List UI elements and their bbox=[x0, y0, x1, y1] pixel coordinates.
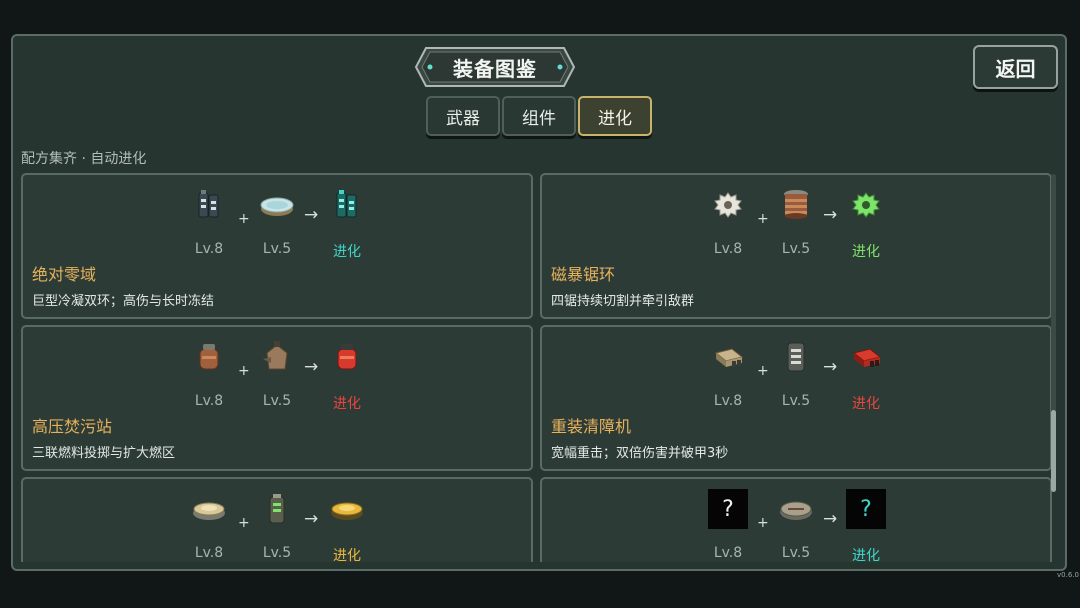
arrow-right-icon: → bbox=[304, 509, 319, 529]
arrow-right-icon: → bbox=[304, 205, 319, 225]
arrow-right-icon: → bbox=[823, 205, 838, 225]
plus-icon: + bbox=[757, 211, 769, 227]
plus-icon: + bbox=[757, 363, 769, 379]
recipe-formula: Lv.8 + Lv.5 → 进化 bbox=[542, 185, 1050, 260]
evolve-label: 进化 bbox=[333, 548, 361, 562]
tab-evolution[interactable]: 进化 bbox=[578, 96, 652, 136]
version-label: v0.6.0 bbox=[1057, 571, 1079, 579]
evolve-label: 进化 bbox=[852, 244, 880, 260]
recipe-formula: Lv.8 + Lv.5 → 进化 bbox=[542, 337, 1050, 412]
recipe-formula: ? Lv.8 + Lv.5 → ? 进化 bbox=[542, 489, 1050, 562]
component-level: Lv.5 bbox=[781, 241, 811, 257]
cryo-canister-icon bbox=[198, 190, 219, 218]
unknown-evolved-icon: ? bbox=[846, 489, 886, 529]
tab-components[interactable]: 组件 bbox=[502, 96, 576, 136]
component-level: Lv.5 bbox=[781, 545, 811, 561]
recipe-card[interactable]: Lv.8 + Lv.5 → 进化 bbox=[21, 477, 533, 562]
recipe-card[interactable]: Lv.8 + Lv.5 → 进化 磁暴锯环 四锯持续切割并牵引敌群 bbox=[540, 173, 1052, 319]
recipe-name: 高压焚污站 bbox=[32, 417, 113, 436]
recipe-description: 宽幅重击；双倍伤害并破甲3秒 bbox=[551, 446, 729, 461]
saw-blade-evolved-icon bbox=[852, 192, 880, 218]
weapon-level: Lv.8 bbox=[713, 393, 743, 409]
tab-weapons[interactable]: 武器 bbox=[426, 96, 500, 136]
weapon-level: Lv.8 bbox=[194, 545, 224, 561]
section-subtitle: 配方集齐 · 自动进化 bbox=[21, 151, 147, 167]
frost-disc-icon bbox=[260, 197, 294, 216]
recipe-name: 重装清障机 bbox=[551, 417, 632, 436]
evolve-label: 进化 bbox=[333, 244, 361, 260]
recipe-name: 磁暴锯环 bbox=[551, 265, 616, 284]
plus-icon: + bbox=[238, 515, 250, 531]
recipe-card[interactable]: ? Lv.8 + Lv.5 → ? 进化 bbox=[540, 477, 1052, 562]
back-button[interactable]: 返回 bbox=[973, 45, 1058, 89]
armor-plate-icon bbox=[787, 342, 805, 372]
evolve-label: 进化 bbox=[852, 396, 880, 412]
scrollbar-thumb[interactable] bbox=[1051, 410, 1056, 492]
arrow-right-icon: → bbox=[823, 357, 838, 377]
page-title: 装备图鉴 bbox=[453, 56, 537, 81]
compass-icon bbox=[780, 501, 812, 520]
bulldozer-evolved-icon bbox=[852, 348, 882, 367]
title-plate: 装备图鉴 bbox=[414, 46, 576, 88]
incinerator-icon bbox=[263, 341, 288, 370]
landmine-evolved-icon bbox=[331, 502, 363, 520]
coil-magnet-icon bbox=[784, 190, 808, 219]
weapon-level: Lv.8 bbox=[713, 241, 743, 257]
component-level: Lv.5 bbox=[262, 393, 292, 409]
fuel-tank-evolved-icon bbox=[337, 344, 357, 370]
weapon-level: Lv.8 bbox=[713, 545, 743, 561]
plus-icon: + bbox=[238, 363, 250, 379]
bulldozer-icon bbox=[714, 348, 744, 367]
component-level: Lv.5 bbox=[262, 241, 292, 257]
arrow-right-icon: → bbox=[304, 357, 319, 377]
component-level: Lv.5 bbox=[781, 393, 811, 409]
recipe-formula: Lv.8 + Lv.5 → 进化 bbox=[23, 185, 531, 260]
weapon-level: Lv.8 bbox=[194, 393, 224, 409]
saw-blade-icon bbox=[714, 192, 742, 218]
unknown-icon: ? bbox=[708, 489, 748, 529]
tab-bar: 武器 组件 进化 bbox=[426, 96, 652, 136]
recipe-card[interactable]: Lv.8 + Lv.5 → 进化 高压焚污站 三联燃料投掷与扩大燃区 bbox=[21, 325, 533, 471]
component-level: Lv.5 bbox=[262, 545, 292, 561]
fuel-tank-icon bbox=[199, 344, 219, 370]
recipe-name: 绝对零域 bbox=[32, 265, 97, 284]
recipe-card[interactable]: Lv.8 + Lv.5 → 进化 重装清障机 宽幅重击；双倍伤害并破甲3秒 bbox=[540, 325, 1052, 471]
plus-icon: + bbox=[238, 211, 250, 227]
recipe-list[interactable]: Lv.8 + Lv.5 → 进化 绝对零域 巨型冷凝双环；高伤与长时冻结 Lv.… bbox=[20, 172, 1056, 562]
recipe-formula: Lv.8 + Lv.5 → 进化 bbox=[23, 337, 531, 412]
evolve-label: 进化 bbox=[333, 396, 361, 412]
arrow-right-icon: → bbox=[823, 509, 838, 529]
landmine-icon bbox=[193, 502, 225, 520]
weapon-level: Lv.8 bbox=[194, 241, 224, 257]
battery-icon bbox=[269, 494, 285, 524]
recipe-formula: Lv.8 + Lv.5 → 进化 bbox=[23, 489, 531, 562]
recipe-description: 四锯持续切割并牵引敌群 bbox=[551, 294, 695, 309]
cryo-canister-evolved-icon bbox=[336, 190, 357, 218]
recipe-description: 巨型冷凝双环；高伤与长时冻结 bbox=[32, 294, 215, 309]
recipe-description: 三联燃料投掷与扩大燃区 bbox=[32, 446, 176, 461]
recipe-card[interactable]: Lv.8 + Lv.5 → 进化 bbox=[21, 173, 533, 319]
evolve-label: 进化 bbox=[852, 548, 880, 562]
plus-icon: + bbox=[757, 515, 769, 531]
